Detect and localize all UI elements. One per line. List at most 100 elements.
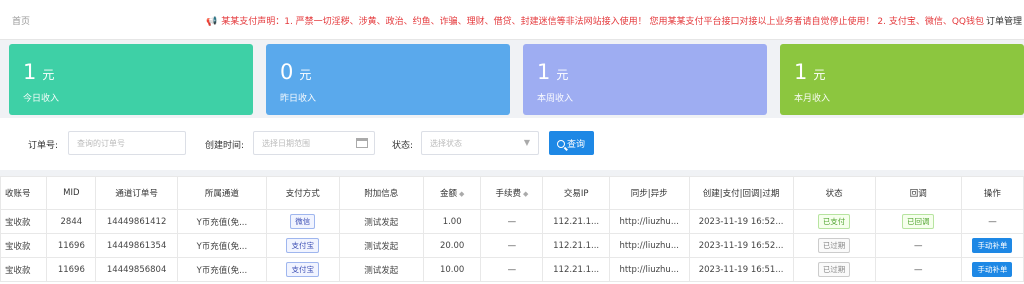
- cell-fee: —: [480, 209, 544, 234]
- notice-text: 某某支付声明：1. 严禁一切淫秽、涉黄、政治、约鱼、诈骗、理财、借贷、封建迷信等…: [221, 17, 984, 27]
- col-fee[interactable]: 手续费 ◆: [480, 176, 544, 210]
- card-value: 1: [537, 60, 551, 84]
- create-time-label: 创建时间:: [205, 141, 245, 151]
- cell-callback: —: [874, 233, 962, 258]
- status-badge: 已过期: [817, 262, 851, 277]
- date-range-placeholder: 选择日期范围: [262, 139, 310, 148]
- col-amount-label: 金额: [439, 189, 457, 199]
- status-select[interactable]: 选择状态 ▼: [421, 131, 539, 155]
- cell-sync: http://liuzhu...: [608, 209, 690, 234]
- date-range-input[interactable]: 选择日期范围: [253, 131, 375, 155]
- card-week-income: 1元 本周收入: [523, 44, 767, 115]
- order-no-input[interactable]: 查询的订单号: [68, 131, 186, 155]
- status-badge: 已支付: [817, 214, 851, 229]
- pay-method-tag: 支付宝: [286, 238, 319, 253]
- cell-mid: 2844: [46, 209, 97, 234]
- cell-channel: Y币充值(免...: [177, 257, 267, 282]
- cell-sync: http://liuzhu...: [608, 233, 690, 258]
- cell-callback: 已回调: [874, 209, 962, 234]
- cell-time: 2023-11-19 16:52...: [688, 233, 794, 258]
- card-unit: 元: [42, 68, 55, 82]
- cell-extra: 测试发起: [338, 233, 424, 258]
- col-channel: 所属通道: [177, 176, 267, 210]
- card-label: 本月收入: [794, 94, 831, 104]
- cell-sync: http://liuzhu...: [608, 257, 690, 282]
- card-unit: 元: [556, 68, 569, 82]
- chevron-down-icon: ▼: [523, 138, 530, 147]
- notice-marquee: 📢 某某支付声明：1. 严禁一切淫秽、涉黄、政治、约鱼、诈骗、理财、借贷、封建迷信…: [206, 14, 984, 27]
- cell-ip: 112.21.1...: [542, 233, 610, 258]
- card-value: 1: [794, 60, 808, 84]
- cell-mid: 11696: [46, 233, 97, 258]
- cell-fee: —: [480, 257, 544, 282]
- cell-order-no: 14449861412: [95, 209, 179, 234]
- cell-amount: 1.00: [422, 209, 482, 234]
- col-callback: 回调: [874, 176, 962, 210]
- card-value: 1: [23, 60, 37, 84]
- col-fee-label: 手续费: [495, 189, 521, 199]
- order-no-label: 订单号:: [28, 141, 59, 151]
- status-placeholder: 选择状态: [430, 139, 462, 148]
- col-status: 状态: [792, 176, 876, 210]
- card-label: 今日收入: [23, 94, 60, 104]
- card-value: 0: [280, 60, 294, 84]
- card-today-income: 1元 今日收入: [9, 44, 253, 115]
- cell-status: 已过期: [792, 257, 876, 282]
- cell-fee: —: [480, 233, 544, 258]
- top-bar: 首页 📢 某某支付声明：1. 严禁一切淫秽、涉黄、政治、约鱼、诈骗、理财、借贷、封…: [0, 0, 1024, 40]
- col-account: 收账号: [0, 176, 48, 210]
- cell-time: 2023-11-19 16:52...: [688, 209, 794, 234]
- col-ip: 交易IP: [542, 176, 610, 210]
- col-sync: 同步|异步: [608, 176, 690, 210]
- cell-account: 宝收款: [0, 233, 48, 258]
- status-badge: 已过期: [817, 238, 851, 253]
- col-mid: MID: [46, 176, 97, 210]
- cell-channel: Y币充值(免...: [177, 233, 267, 258]
- pay-method-tag: 支付宝: [286, 262, 319, 277]
- cell-time: 2023-11-19 16:51...: [688, 257, 794, 282]
- card-label: 本周收入: [537, 94, 574, 104]
- callback-badge: 已回调: [901, 214, 935, 229]
- megaphone-icon: 📢: [206, 17, 218, 27]
- table-row: 宝收款 11696 14449856804 Y币充值(免... 支付宝 测试发起…: [0, 257, 1024, 282]
- calendar-icon: [356, 138, 368, 148]
- query-button-label: 查询: [567, 140, 586, 150]
- cell-pay-method: 微信: [265, 209, 340, 234]
- card-yesterday-income: 0元 昨日收入: [266, 44, 510, 115]
- cell-amount: 10.00: [422, 257, 482, 282]
- cell-mid: 11696: [46, 257, 97, 282]
- table-row: 宝收款 11696 14449861354 Y币充值(免... 支付宝 测试发起…: [0, 233, 1024, 258]
- cell-status: 已过期: [792, 233, 876, 258]
- sort-icon[interactable]: ◆: [523, 190, 528, 198]
- nav-order-management[interactable]: 订单管理: [986, 14, 1022, 27]
- pay-method-tag: 微信: [290, 214, 316, 229]
- manual-fill-button[interactable]: 手动补单: [972, 262, 1013, 277]
- cell-extra: 测试发起: [338, 209, 424, 234]
- manual-fill-button[interactable]: 手动补单: [972, 238, 1013, 253]
- orders-table: 收账号 MID 通道订单号 所属通道 支付方式 附加信息 金额 ◆ 手续费 ◆ 交易…: [0, 176, 1024, 282]
- col-time: 创建|支付|回调|过期: [688, 176, 794, 210]
- breadcrumb[interactable]: 首页: [12, 14, 30, 27]
- cell-account: 宝收款: [0, 209, 48, 234]
- cell-channel: Y币充值(免...: [177, 209, 267, 234]
- table-row: 宝收款 2844 14449861412 Y币充值(免... 微信 测试发起 1…: [0, 209, 1024, 234]
- query-button[interactable]: 查询: [549, 131, 594, 155]
- col-extra: 附加信息: [338, 176, 424, 210]
- card-label: 昨日收入: [280, 94, 317, 104]
- col-order-no: 通道订单号: [95, 176, 179, 210]
- cell-action: —: [960, 209, 1024, 234]
- card-unit: 元: [299, 68, 312, 82]
- col-amount[interactable]: 金额 ◆: [422, 176, 482, 210]
- search-icon: [557, 140, 565, 148]
- col-pay-method: 支付方式: [265, 176, 340, 210]
- cell-ip: 112.21.1...: [542, 209, 610, 234]
- cell-account: 宝收款: [0, 257, 48, 282]
- cell-callback: —: [874, 257, 962, 282]
- table-header-row: 收账号 MID 通道订单号 所属通道 支付方式 附加信息 金额 ◆ 手续费 ◆ 交易…: [0, 176, 1024, 210]
- cell-status: 已支付: [792, 209, 876, 234]
- card-month-income: 1元 本月收入: [780, 44, 1024, 115]
- sort-icon[interactable]: ◆: [459, 190, 464, 198]
- orders-table-container: 收账号 MID 通道订单号 所属通道 支付方式 附加信息 金额 ◆ 手续费 ◆ 交易…: [0, 176, 1024, 284]
- cell-order-no: 14449856804: [95, 257, 179, 282]
- cell-order-no: 14449861354: [95, 233, 179, 258]
